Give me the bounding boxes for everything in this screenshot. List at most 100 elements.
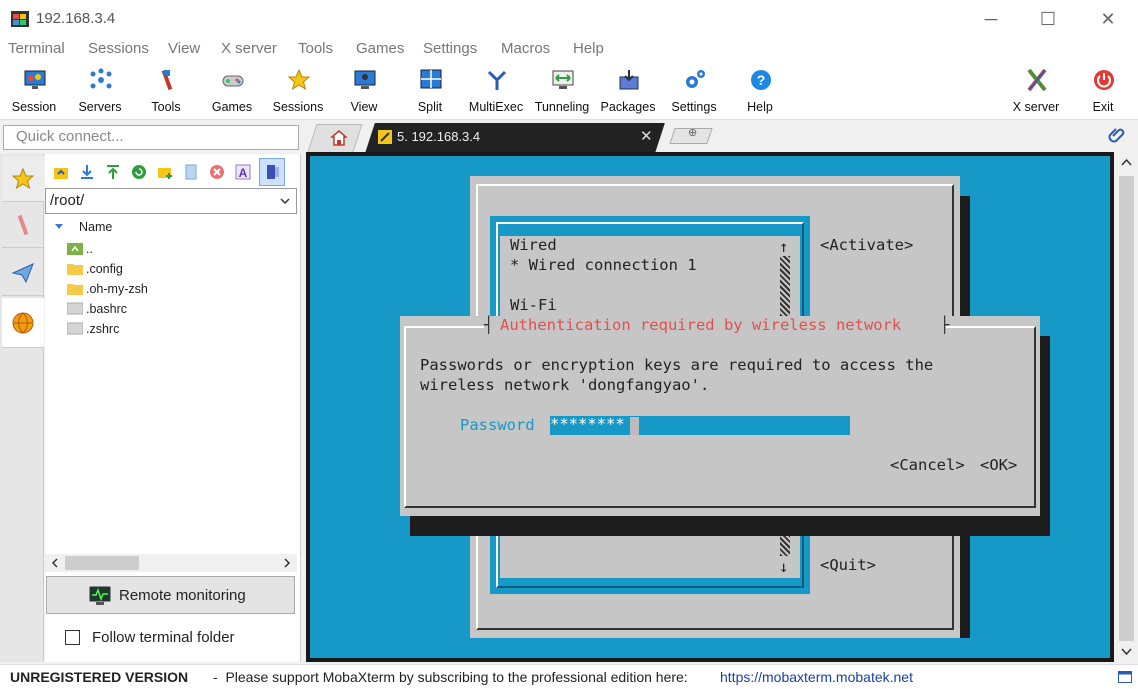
support-message: - Please support MobaXterm by subscribin… [213,669,688,685]
list-scroll-down[interactable]: ↓ [779,558,788,576]
scroll-left-icon[interactable] [51,558,59,568]
terminal-vertical-scrollbar[interactable] [1115,152,1138,662]
path-dropdown[interactable]: /root/ [45,188,297,214]
menu-x-server[interactable]: X server [221,40,277,57]
list-item-wired-connection[interactable]: * Wired connection 1 [510,256,697,274]
active-tab-label: 5. 192.168.3.4 [397,129,481,144]
minimize-button[interactable]: ─ [963,0,1019,38]
follow-folder-label: Follow terminal folder [92,629,235,646]
rename-icon[interactable]: A [235,164,251,180]
remote-monitoring-label: Remote monitoring [119,587,246,604]
toolbar-exit-button[interactable]: Exit [1070,66,1136,118]
delete-icon[interactable] [209,164,225,180]
download-icon[interactable] [79,164,95,180]
session-icon [24,70,46,89]
window-title: 192.168.3.4 [36,10,116,27]
dialog-cancel-button[interactable]: <Cancel> [890,456,965,474]
dialog-ok-button[interactable]: <OK> [980,456,1017,474]
menu-help[interactable]: Help [573,40,604,57]
session-tabs: 5. 192.168.3.4 ✕ ⊕ [300,120,1138,153]
remote-monitoring-button[interactable]: Remote monitoring [46,576,295,614]
menu-macros[interactable]: Macros [501,40,550,57]
file-icon [67,322,83,335]
menu-sessions[interactable]: Sessions [88,40,149,57]
properties-button[interactable] [259,158,285,186]
list-scroll-up[interactable]: ↑ [779,238,788,256]
refresh-icon[interactable] [131,164,147,180]
scroll-thumb[interactable] [65,556,139,570]
close-window-button[interactable]: ✕ [1080,0,1136,38]
dialog-message-line2: wireless network 'dongfangyao'. [420,376,710,394]
side-tab-tools[interactable] [2,202,44,248]
terminal-scroll-thumb[interactable] [1119,176,1134,641]
tools-icon [17,214,29,235]
new-file-icon[interactable] [183,164,199,180]
sftp-panel: A /root/ Name .. .config .oh-my-zsh .bas… [45,154,301,662]
split-icon [420,69,442,89]
tab-close-button[interactable]: ✕ [640,127,653,145]
menu-terminal[interactable]: Terminal [8,40,65,57]
main-toolbar: Session Servers Tools Games Sessions Vie… [0,62,1138,120]
dialog-title: Authentication required by wireless netw… [500,316,902,334]
maximize-button[interactable]: ☐ [1020,0,1076,38]
home-icon [330,130,348,146]
star-icon [287,68,311,91]
mobatek-link[interactable]: https://mobaxterm.mobatek.net [720,669,913,685]
new-folder-icon[interactable] [157,164,173,180]
list-scroll-thumb[interactable] [780,256,790,316]
scroll-right-icon[interactable] [283,558,291,568]
sort-down-icon [55,224,63,229]
dialog-title-bracket-right: ├ [940,316,950,334]
power-icon [1094,70,1114,90]
menu-settings[interactable]: Settings [423,40,477,57]
window-icon [1118,671,1132,683]
chevron-down-icon [280,198,290,205]
multiexec-icon [487,70,507,90]
tunneling-icon [552,70,574,89]
properties-icon [267,165,279,179]
status-bar: UNREGISTERED VERSION - Please support Mo… [0,664,1138,689]
scroll-up-icon[interactable] [1121,158,1132,166]
dialog-title-bracket-left: ┤ [484,316,494,334]
menu-tools[interactable]: Tools [298,40,333,57]
file-icon [67,302,83,315]
horizontal-scrollbar[interactable] [45,554,297,572]
ssh-key-icon [378,130,392,144]
quit-button[interactable]: <Quit> [820,556,876,574]
side-tab-macros[interactable] [2,250,44,296]
sftp-toolbar: A [45,156,301,186]
star-icon [11,167,35,189]
quick-connect-input[interactable]: Quick connect... [3,125,299,150]
list-scroll-track[interactable] [780,536,790,556]
side-tab-sftp[interactable] [2,298,44,348]
svg-text:?: ? [757,72,766,88]
list-header-wired: Wired [510,236,557,254]
svg-text:A: A [239,166,248,180]
toolbar-help-button[interactable]: ? Help [727,66,793,118]
title-bar: 192.168.3.4 ─ ☐ ✕ [0,0,1138,38]
upload-icon[interactable] [105,164,121,180]
side-tabs [0,154,44,662]
tools-icon [161,69,173,91]
parent-folder-icon[interactable] [53,164,69,180]
monitor-icon [89,586,111,605]
side-tab-sessions[interactable] [2,156,44,202]
current-path: /root/ [50,192,85,209]
folder-icon [67,284,83,295]
menu-view[interactable]: View [168,40,200,57]
follow-folder-checkbox[interactable] [65,630,80,645]
scroll-down-icon[interactable] [1121,648,1132,656]
gear-icon [686,70,705,88]
password-label: Password [460,416,535,434]
folder-icon [67,264,83,275]
menu-bar: Terminal Sessions View X server Tools Ga… [0,38,1138,62]
menu-games[interactable]: Games [356,40,404,57]
file-list-header[interactable]: Name [45,216,297,236]
dialog-message-line1: Passwords or encryption keys are require… [420,356,934,374]
activate-button[interactable]: <Activate> [820,236,913,254]
unregistered-label: UNREGISTERED VERSION [10,669,189,685]
attachment-icon[interactable] [1108,126,1126,144]
column-name: Name [79,220,113,234]
mobaxterm-logo-icon [11,11,29,27]
x-server-icon [1027,68,1047,92]
